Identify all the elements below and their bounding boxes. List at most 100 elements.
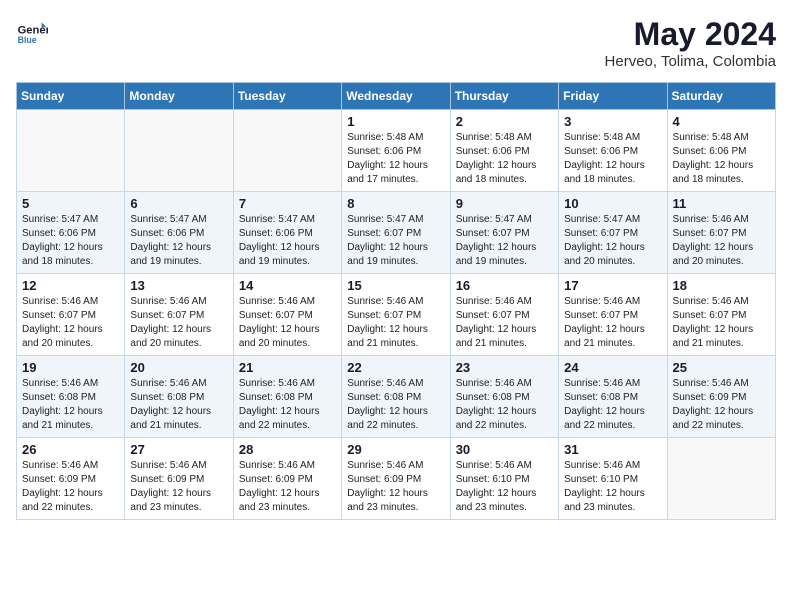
table-row: 8 Sunrise: 5:47 AM Sunset: 6:07 PM Daylig… bbox=[342, 192, 450, 274]
day-number: 25 bbox=[673, 360, 770, 375]
day-number: 26 bbox=[22, 442, 119, 457]
day-info: Sunrise: 5:46 AM Sunset: 6:09 PM Dayligh… bbox=[239, 459, 336, 515]
day-number: 31 bbox=[564, 442, 661, 457]
day-number: 4 bbox=[673, 114, 770, 129]
day-info: Sunrise: 5:46 AM Sunset: 6:08 PM Dayligh… bbox=[564, 377, 661, 433]
table-row: 5 Sunrise: 5:47 AM Sunset: 6:06 PM Daylig… bbox=[17, 192, 125, 274]
day-number: 10 bbox=[564, 196, 661, 211]
table-row: 11Sunrise: 5:46 AM Sunset: 6:07 PM Dayli… bbox=[667, 192, 775, 274]
table-row bbox=[17, 110, 125, 192]
calendar-week-3: 12 Sunrise: 5:46 AM Sunset: 6:07 PM Dayli… bbox=[17, 274, 776, 356]
col-friday: Friday bbox=[559, 83, 667, 110]
day-number: 28 bbox=[239, 442, 336, 457]
day-number: 3 bbox=[564, 114, 661, 129]
location: Herveo, Tolima, Colombia bbox=[605, 53, 776, 70]
day-number: 21 bbox=[239, 360, 336, 375]
day-info: Sunrise: 5:46 AM Sunset: 6:07 PM Dayligh… bbox=[456, 295, 553, 351]
day-number: 24 bbox=[564, 360, 661, 375]
day-number: 8 bbox=[347, 196, 444, 211]
col-tuesday: Tuesday bbox=[233, 83, 341, 110]
day-info: Sunrise: 5:46 AM Sunset: 6:07 PM Dayligh… bbox=[673, 295, 770, 351]
day-info: Sunrise: 5:46 AM Sunset: 6:08 PM Dayligh… bbox=[347, 377, 444, 433]
table-row: 21 Sunrise: 5:46 AM Sunset: 6:08 PM Dayli… bbox=[233, 356, 341, 438]
day-number: 7 bbox=[239, 196, 336, 211]
day-info: Sunrise: 5:46 AM Sunset: 6:09 PM Dayligh… bbox=[22, 459, 119, 515]
table-row: 28 Sunrise: 5:46 AM Sunset: 6:09 PM Dayli… bbox=[233, 438, 341, 520]
table-row: 20Sunrise: 5:46 AM Sunset: 6:08 PM Dayli… bbox=[125, 356, 233, 438]
day-info: Sunrise: 5:47 AM Sunset: 6:07 PM Dayligh… bbox=[564, 213, 661, 269]
day-info: Sunrise: 5:48 AM Sunset: 6:06 PM Dayligh… bbox=[456, 131, 553, 187]
table-row: 13 Sunrise: 5:46 AM Sunset: 6:07 PM Dayli… bbox=[125, 274, 233, 356]
day-info: Sunrise: 5:46 AM Sunset: 6:09 PM Dayligh… bbox=[347, 459, 444, 515]
table-row: 10 Sunrise: 5:47 AM Sunset: 6:07 PM Dayli… bbox=[559, 192, 667, 274]
day-info: Sunrise: 5:46 AM Sunset: 6:07 PM Dayligh… bbox=[239, 295, 336, 351]
logo-icon: General Blue bbox=[16, 16, 48, 48]
col-thursday: Thursday bbox=[450, 83, 558, 110]
day-info: Sunrise: 5:48 AM Sunset: 6:06 PM Dayligh… bbox=[673, 131, 770, 187]
col-sunday: Sunday bbox=[17, 83, 125, 110]
table-row: 15 Sunrise: 5:46 AM Sunset: 6:07 PM Dayli… bbox=[342, 274, 450, 356]
calendar-week-2: 5 Sunrise: 5:47 AM Sunset: 6:06 PM Daylig… bbox=[17, 192, 776, 274]
day-number: 29 bbox=[347, 442, 444, 457]
day-info: Sunrise: 5:46 AM Sunset: 6:07 PM Dayligh… bbox=[130, 295, 227, 351]
day-info: Sunrise: 5:46 AM Sunset: 6:08 PM Dayligh… bbox=[456, 377, 553, 433]
day-number: 6 bbox=[130, 196, 227, 211]
calendar-header-row: Sunday Monday Tuesday Wednesday Thursday… bbox=[17, 83, 776, 110]
table-row bbox=[667, 438, 775, 520]
day-info: Sunrise: 5:46 AM Sunset: 6:10 PM Dayligh… bbox=[456, 459, 553, 515]
day-number: 23 bbox=[456, 360, 553, 375]
day-info: Sunrise: 5:46 AM Sunset: 6:10 PM Dayligh… bbox=[564, 459, 661, 515]
table-row: 12Sunrise: 5:46 AM Sunset: 6:07 PM Dayli… bbox=[17, 274, 125, 356]
table-row: 2 Sunrise: 5:48 AM Sunset: 6:06 PM Daylig… bbox=[450, 110, 558, 192]
calendar-table: Sunday Monday Tuesday Wednesday Thursday… bbox=[16, 82, 776, 520]
day-number: 13 bbox=[130, 278, 227, 293]
col-saturday: Saturday bbox=[667, 83, 775, 110]
day-info: Sunrise: 5:47 AM Sunset: 6:07 PM Dayligh… bbox=[347, 213, 444, 269]
title-block: May 2024 Herveo, Tolima, Colombia bbox=[605, 16, 776, 70]
day-number: 30 bbox=[456, 442, 553, 457]
table-row: 18Sunrise: 5:46 AM Sunset: 6:07 PM Dayli… bbox=[667, 274, 775, 356]
day-info: Sunrise: 5:48 AM Sunset: 6:06 PM Dayligh… bbox=[347, 131, 444, 187]
day-number: 14 bbox=[239, 278, 336, 293]
table-row: 3Sunrise: 5:48 AM Sunset: 6:06 PM Daylig… bbox=[559, 110, 667, 192]
day-number: 2 bbox=[456, 114, 553, 129]
table-row: 4 Sunrise: 5:48 AM Sunset: 6:06 PM Daylig… bbox=[667, 110, 775, 192]
table-row: 7 Sunrise: 5:47 AM Sunset: 6:06 PM Daylig… bbox=[233, 192, 341, 274]
table-row: 31 Sunrise: 5:46 AM Sunset: 6:10 PM Dayli… bbox=[559, 438, 667, 520]
table-row bbox=[125, 110, 233, 192]
table-row: 14 Sunrise: 5:46 AM Sunset: 6:07 PM Dayli… bbox=[233, 274, 341, 356]
day-number: 22 bbox=[347, 360, 444, 375]
table-row: 19 Sunrise: 5:46 AM Sunset: 6:08 PM Dayli… bbox=[17, 356, 125, 438]
table-row: 29 Sunrise: 5:46 AM Sunset: 6:09 PM Dayli… bbox=[342, 438, 450, 520]
table-row: 24 Sunrise: 5:46 AM Sunset: 6:08 PM Dayli… bbox=[559, 356, 667, 438]
day-info: Sunrise: 5:46 AM Sunset: 6:08 PM Dayligh… bbox=[239, 377, 336, 433]
table-row: 25 Sunrise: 5:46 AM Sunset: 6:09 PM Dayli… bbox=[667, 356, 775, 438]
table-row: 26 Sunrise: 5:46 AM Sunset: 6:09 PM Dayli… bbox=[17, 438, 125, 520]
day-info: Sunrise: 5:47 AM Sunset: 6:06 PM Dayligh… bbox=[239, 213, 336, 269]
table-row: 6Sunrise: 5:47 AM Sunset: 6:06 PM Daylig… bbox=[125, 192, 233, 274]
table-row: 27Sunrise: 5:46 AM Sunset: 6:09 PM Dayli… bbox=[125, 438, 233, 520]
day-number: 17 bbox=[564, 278, 661, 293]
day-number: 19 bbox=[22, 360, 119, 375]
day-info: Sunrise: 5:46 AM Sunset: 6:09 PM Dayligh… bbox=[673, 377, 770, 433]
page-header: General Blue May 2024 Herveo, Tolima, Co… bbox=[16, 16, 776, 70]
svg-text:Blue: Blue bbox=[18, 35, 37, 45]
day-number: 15 bbox=[347, 278, 444, 293]
table-row: 30 Sunrise: 5:46 AM Sunset: 6:10 PM Dayli… bbox=[450, 438, 558, 520]
calendar-week-4: 19 Sunrise: 5:46 AM Sunset: 6:08 PM Dayli… bbox=[17, 356, 776, 438]
day-number: 5 bbox=[22, 196, 119, 211]
calendar-week-5: 26 Sunrise: 5:46 AM Sunset: 6:09 PM Dayli… bbox=[17, 438, 776, 520]
day-number: 12 bbox=[22, 278, 119, 293]
day-number: 20 bbox=[130, 360, 227, 375]
day-info: Sunrise: 5:47 AM Sunset: 6:06 PM Dayligh… bbox=[22, 213, 119, 269]
day-number: 16 bbox=[456, 278, 553, 293]
table-row: 17Sunrise: 5:46 AM Sunset: 6:07 PM Dayli… bbox=[559, 274, 667, 356]
day-info: Sunrise: 5:46 AM Sunset: 6:07 PM Dayligh… bbox=[673, 213, 770, 269]
day-info: Sunrise: 5:46 AM Sunset: 6:08 PM Dayligh… bbox=[22, 377, 119, 433]
logo: General Blue bbox=[16, 16, 48, 48]
day-info: Sunrise: 5:46 AM Sunset: 6:07 PM Dayligh… bbox=[347, 295, 444, 351]
table-row: 1Sunrise: 5:48 AM Sunset: 6:06 PM Daylig… bbox=[342, 110, 450, 192]
table-row bbox=[233, 110, 341, 192]
table-row: 23 Sunrise: 5:46 AM Sunset: 6:08 PM Dayli… bbox=[450, 356, 558, 438]
day-number: 27 bbox=[130, 442, 227, 457]
